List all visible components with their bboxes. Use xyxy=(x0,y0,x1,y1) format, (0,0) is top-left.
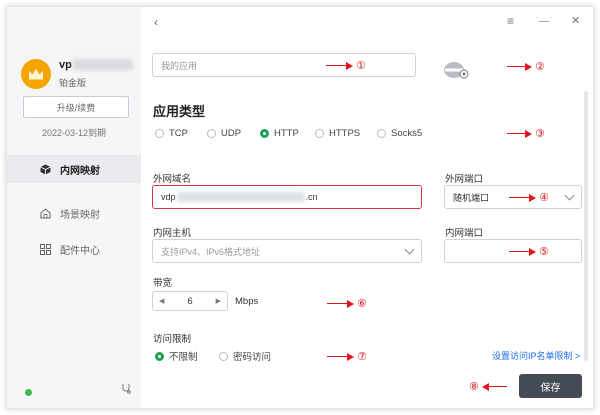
radio-circle xyxy=(315,129,324,138)
app-type-title: 应用类型 xyxy=(153,104,206,119)
radio-label: UDP xyxy=(221,128,242,139)
menu-button[interactable]: ≡ xyxy=(507,14,514,28)
access-radio-unlimited[interactable]: 不限制 xyxy=(155,349,198,363)
decrement-icon[interactable]: ◀ xyxy=(159,297,164,305)
domain-redaction xyxy=(176,192,305,202)
grid-icon xyxy=(40,243,51,255)
chevron-down-icon xyxy=(564,190,575,201)
lan-host-input[interactable]: 支持IPv4、IPv6格式地址 xyxy=(152,239,422,263)
radio-label: HTTP xyxy=(274,128,299,139)
online-status-icon xyxy=(25,389,32,396)
expire-date: 2022-03-12到期 xyxy=(41,128,107,138)
ip-whitelist-link[interactable]: 设置访问IP名单限制 > xyxy=(492,349,580,362)
radio-circle xyxy=(155,351,164,361)
increment-icon[interactable]: ▶ xyxy=(216,297,221,305)
avatar[interactable] xyxy=(21,59,51,89)
radio-label: 不限制 xyxy=(169,352,198,363)
bandwidth-unit: Mbps xyxy=(235,296,259,307)
stethoscope-icon[interactable] xyxy=(121,383,132,397)
access-radio-password[interactable]: 密码访问 xyxy=(219,349,271,363)
domain-prefix: vdp xyxy=(161,192,176,202)
radio-label: TCP xyxy=(169,128,188,139)
radio-label: HTTPS xyxy=(329,128,361,139)
annotation-5: ⑤ xyxy=(509,245,552,258)
annotation-2: ② xyxy=(507,60,548,73)
close-button[interactable]: ✕ xyxy=(571,14,580,27)
minimize-button[interactable]: — xyxy=(539,16,549,27)
annotation-8: ⑧ xyxy=(466,380,507,393)
access-label: 访问限制 xyxy=(153,334,192,345)
sidebar-item-label: 内网映射 xyxy=(60,165,100,177)
home-icon xyxy=(40,207,51,219)
protocol-radio-http[interactable]: HTTP xyxy=(260,128,299,139)
chevron-down-icon xyxy=(404,244,415,255)
radio-label: Socks5 xyxy=(391,128,423,139)
domain-input[interactable]: vdp .cn xyxy=(152,185,422,209)
radio-label: 密码访问 xyxy=(233,352,272,363)
app-toggle-icon[interactable] xyxy=(443,60,469,83)
radio-circle xyxy=(377,129,386,138)
lan-host-placeholder: 支持IPv4、IPv6格式地址 xyxy=(161,246,261,257)
protocol-radio-tcp[interactable]: TCP xyxy=(155,128,188,139)
sidebar-item-accessory-center[interactable]: 配件中心 xyxy=(7,235,141,263)
protocol-radio-socks5[interactable]: Socks5 xyxy=(377,128,422,139)
annotation-6: ⑥ xyxy=(327,297,370,310)
scrollbar[interactable] xyxy=(584,91,588,361)
app-name-input[interactable]: 我的应用 xyxy=(152,53,416,77)
bandwidth-label: 带宽 xyxy=(153,278,173,289)
sidebar: vp 铂金版 升级/续费 2022-03-12到期 内网映射 场景映射 配件中心 xyxy=(7,7,141,408)
sidebar-item-label: 配件中心 xyxy=(60,245,100,257)
username-redaction xyxy=(73,59,133,70)
annotation-3: ③ xyxy=(507,127,548,140)
username: vp xyxy=(59,59,72,71)
main-panel: ‹ ≡ — ✕ 我的应用 ① ② 应用类型 TCP UDP HTTP HTTPS… xyxy=(141,7,593,408)
sidebar-item-scene-mapping[interactable]: 场景映射 xyxy=(7,199,141,227)
annotation-7: ⑦ xyxy=(327,350,370,363)
annotation-4: ④ xyxy=(509,191,552,204)
bandwidth-value: 6 xyxy=(187,295,193,307)
radio-circle xyxy=(219,351,228,361)
protocol-radio-udp[interactable]: UDP xyxy=(207,128,241,139)
domain-suffix: .cn xyxy=(305,192,318,202)
cube-icon xyxy=(40,164,51,175)
radio-circle xyxy=(155,129,164,138)
app-window: vp 铂金版 升级/续费 2022-03-12到期 内网映射 场景映射 配件中心 xyxy=(6,6,594,409)
radio-circle xyxy=(260,129,269,138)
save-button[interactable]: 保存 xyxy=(519,374,582,398)
crown-icon xyxy=(29,68,43,80)
sidebar-item-intranet-mapping[interactable]: 内网映射 xyxy=(7,155,141,183)
domain-label: 外网域名 xyxy=(153,174,192,185)
back-button[interactable]: ‹ xyxy=(154,15,158,29)
sidebar-item-label: 场景映射 xyxy=(60,209,100,221)
bandwidth-stepper[interactable]: ◀ 6 ▶ xyxy=(152,291,228,311)
protocol-radio-https[interactable]: HTTPS xyxy=(315,128,360,139)
lan-port-label: 内网端口 xyxy=(445,228,484,239)
ext-port-label: 外网端口 xyxy=(445,174,484,185)
annotation-1: ① xyxy=(326,59,369,72)
radio-circle xyxy=(207,129,216,138)
ext-port-value: 随机端口 xyxy=(453,192,490,203)
upgrade-button[interactable]: 升级/续费 xyxy=(23,96,129,118)
tier-badge: 铂金版 xyxy=(59,78,87,88)
lan-host-label: 内网主机 xyxy=(153,228,192,239)
